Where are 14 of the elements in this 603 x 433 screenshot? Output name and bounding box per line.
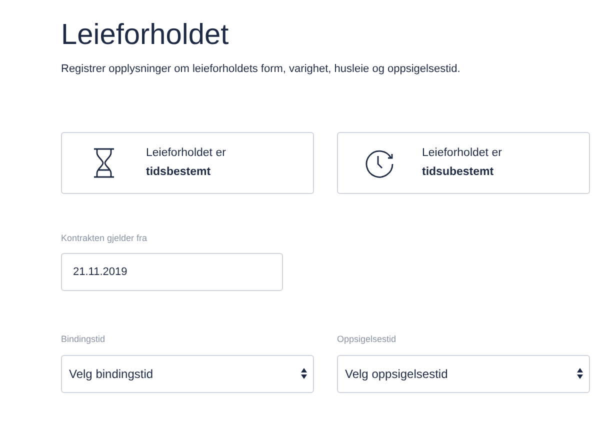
- page-title: Leieforholdet: [61, 18, 230, 53]
- select-field[interactable]: Velg bindingstid: [61, 354, 314, 392]
- sort-arrows-icon: [577, 368, 583, 379]
- option-card[interactable]: Leieforholdet er tidsubestemt: [337, 132, 590, 194]
- field-label: Bindingstid: [61, 333, 106, 346]
- option-card[interactable]: Leieforholdet er tidsbestemt: [61, 132, 314, 194]
- hourglass-icon: [93, 148, 115, 178]
- page-subtitle: Registrer opplysninger om leieforholdets form, varighet, husleie og oppsigelsestid.: [61, 62, 462, 77]
- clock-icon: [365, 148, 395, 178]
- sort-arrows-icon: [301, 368, 307, 379]
- select-field[interactable]: Velg oppsigelsestid: [337, 354, 590, 392]
- field-label: Oppsigelsestid: [337, 333, 398, 346]
- field-label: Kontrakten gjelder fra: [61, 232, 148, 245]
- date-field[interactable]: 21.11.2019: [61, 253, 283, 291]
